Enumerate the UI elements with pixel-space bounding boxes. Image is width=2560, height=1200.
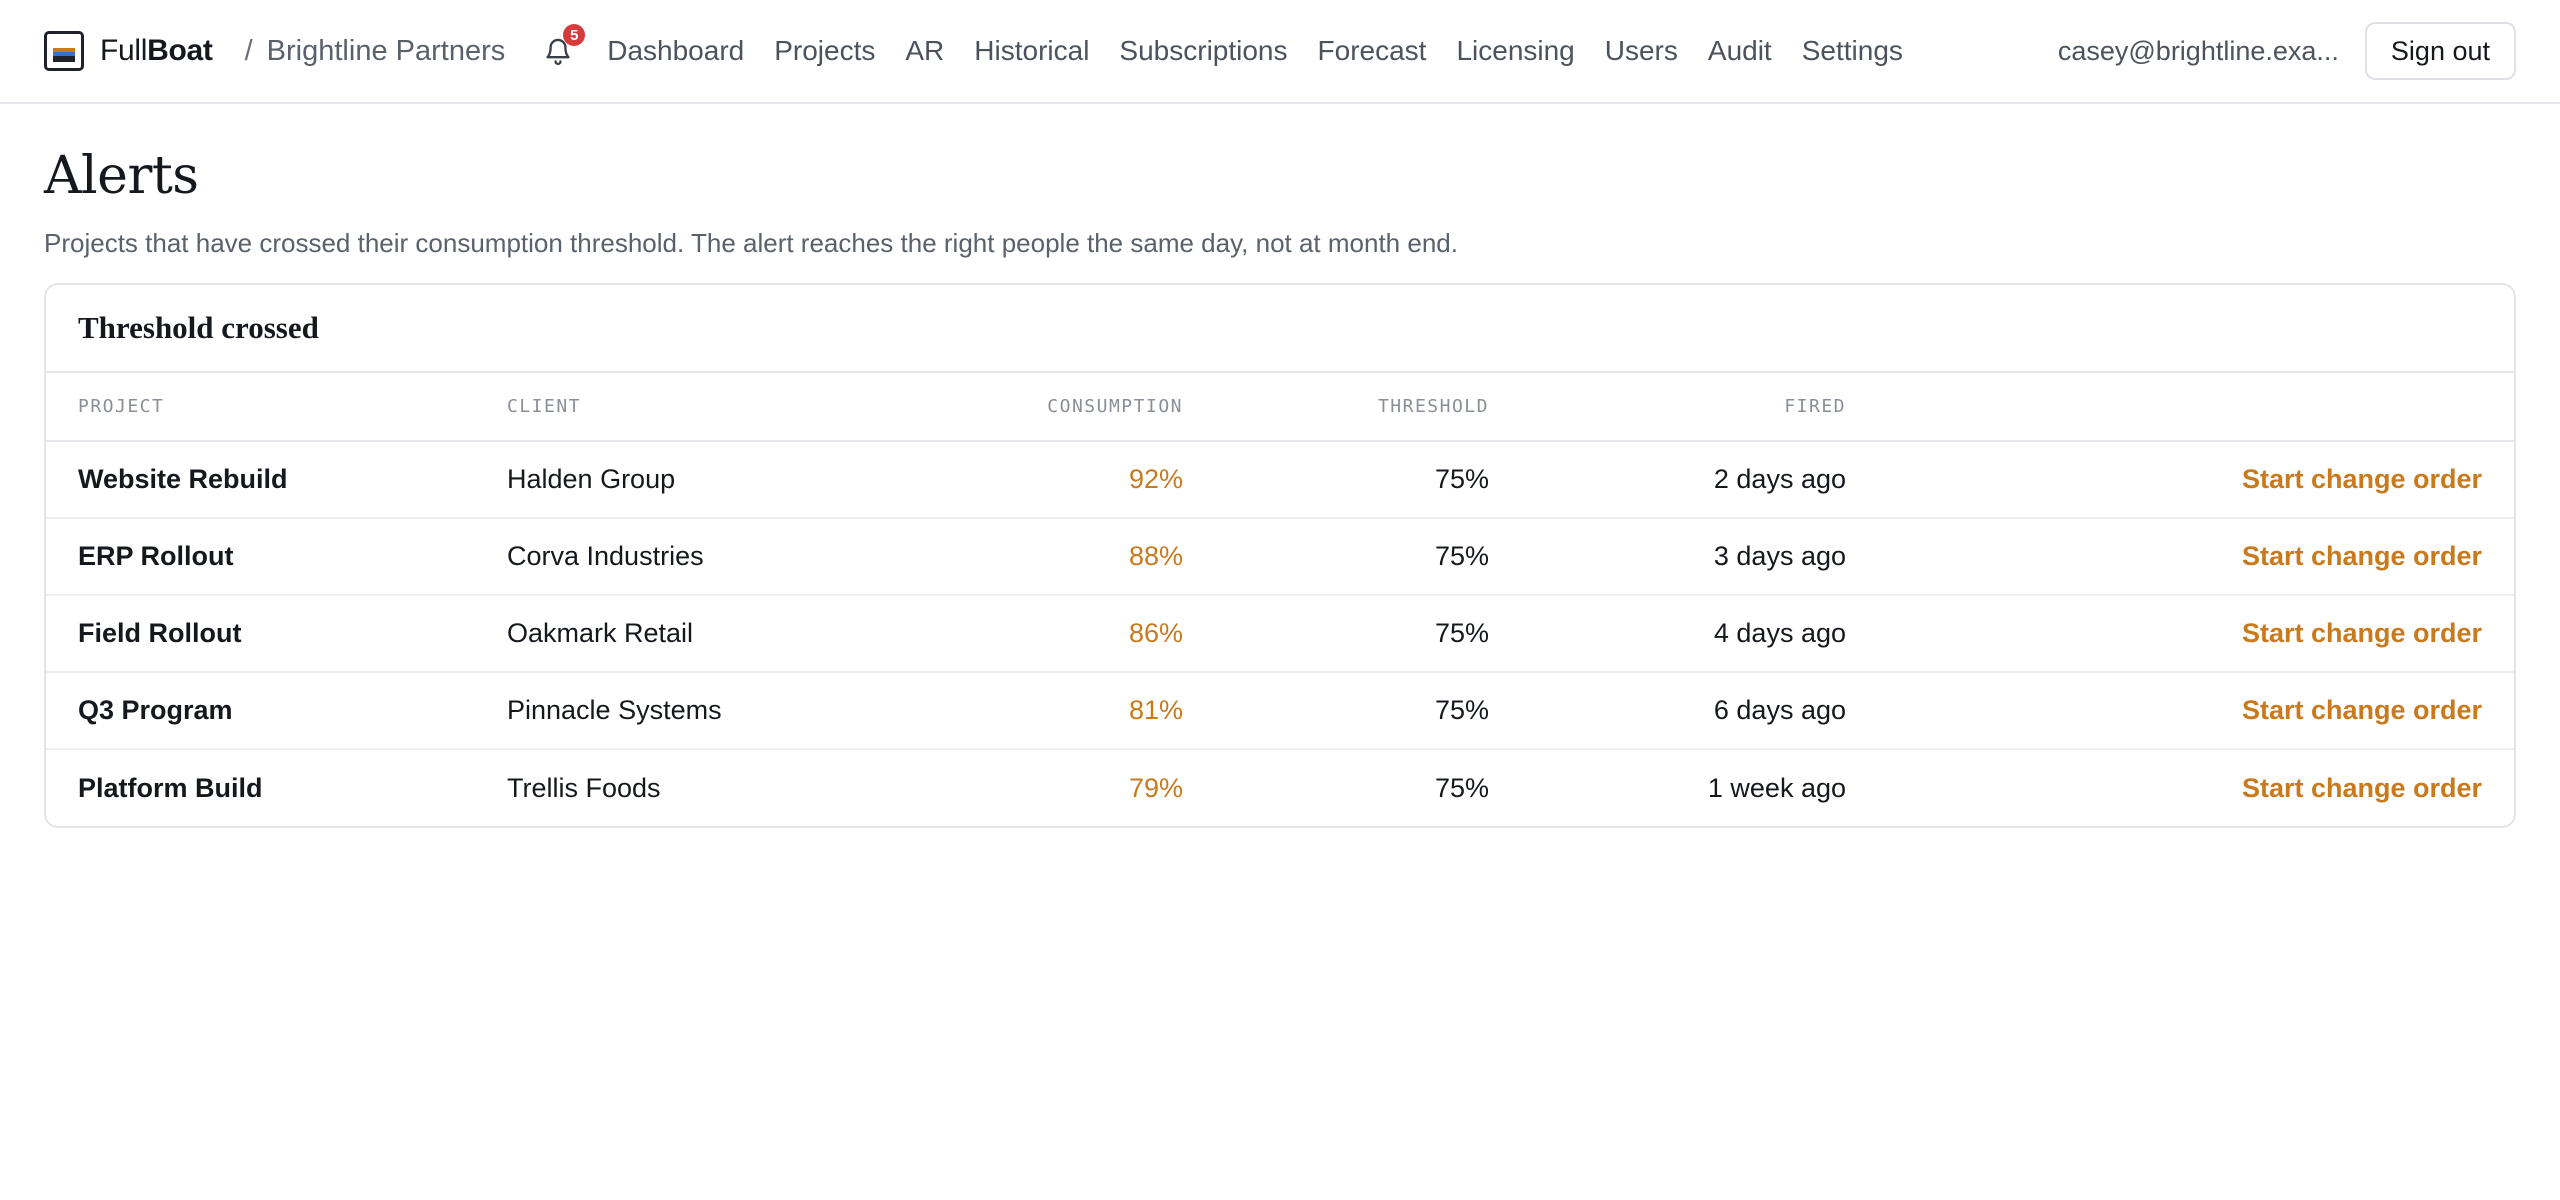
column-header-action xyxy=(1846,373,2514,442)
table-header-row: PROJECT CLIENT CONSUMPTION THRESHOLD FIR… xyxy=(46,373,2514,442)
client-name: Corva Industries xyxy=(507,518,937,596)
start-change-order-link[interactable]: Start change order xyxy=(2242,464,2482,494)
start-change-order-link[interactable]: Start change order xyxy=(2242,618,2482,648)
project-name[interactable]: Website Rebuild xyxy=(46,441,507,519)
brand-name: FullBoat xyxy=(100,34,213,68)
nav-licensing[interactable]: Licensing xyxy=(1456,35,1574,67)
page-title: Alerts xyxy=(44,146,199,206)
brand[interactable]: FullBoat xyxy=(44,31,213,71)
threshold-value: 75% xyxy=(1183,595,1489,673)
nav-audit[interactable]: Audit xyxy=(1708,35,1772,67)
alerts-page: Alerts Projects that have crossed their … xyxy=(0,146,2560,828)
action-cell: Start change order xyxy=(1846,441,2514,519)
nav-settings[interactable]: Settings xyxy=(1802,35,1903,67)
nav-ar[interactable]: AR xyxy=(905,35,944,67)
table-row: Website Rebuild Halden Group 92% 75% 2 d… xyxy=(46,441,2514,519)
consumption-value: 81% xyxy=(937,672,1183,750)
action-cell: Start change order xyxy=(1846,595,2514,673)
fired-time: 6 days ago xyxy=(1489,672,1846,750)
table-row: Platform Build Trellis Foods 79% 75% 1 w… xyxy=(46,749,2514,826)
start-change-order-link[interactable]: Start change order xyxy=(2242,695,2482,725)
action-cell: Start change order xyxy=(1846,749,2514,826)
consumption-value: 88% xyxy=(937,518,1183,596)
start-change-order-link[interactable]: Start change order xyxy=(2242,541,2482,571)
action-cell: Start change order xyxy=(1846,518,2514,596)
client-name: Oakmark Retail xyxy=(507,595,937,673)
panel-header: Threshold crossed xyxy=(46,285,2514,373)
column-header-fired: FIRED xyxy=(1489,373,1846,442)
project-name[interactable]: Field Rollout xyxy=(46,595,507,673)
column-header-client: CLIENT xyxy=(507,373,937,442)
column-header-project: PROJECT xyxy=(46,373,507,442)
action-cell: Start change order xyxy=(1846,672,2514,750)
nav-projects[interactable]: Projects xyxy=(774,35,875,67)
consumption-value: 79% xyxy=(1128,772,1183,803)
threshold-value: 75% xyxy=(1183,672,1489,750)
client-name: Trellis Foods xyxy=(507,772,661,803)
fired-time: 4 days ago xyxy=(1489,595,1846,673)
organization-name[interactable]: Brightline Partners xyxy=(267,35,506,68)
fired-time: 1 week ago xyxy=(1707,772,1846,803)
project-name[interactable]: Platform Build xyxy=(46,749,507,826)
fired-time: 3 days ago xyxy=(1489,518,1846,596)
table-row: Q3 Program Pinnacle Systems 81% 75% 6 da… xyxy=(46,672,2514,750)
brand-name-light: Full xyxy=(100,34,148,67)
nav-subscriptions[interactable]: Subscriptions xyxy=(1119,35,1287,67)
project-name[interactable]: Q3 Program xyxy=(46,672,507,750)
threshold-value: 75% xyxy=(1434,772,1489,803)
sign-out-button[interactable]: Sign out xyxy=(2364,22,2516,80)
client-name: Pinnacle Systems xyxy=(507,672,937,750)
nav-forecast[interactable]: Forecast xyxy=(1318,35,1427,67)
nav-historical[interactable]: Historical xyxy=(974,35,1089,67)
table-row: Field Rollout Oakmark Retail 86% 75% 4 d… xyxy=(46,595,2514,673)
alerts-table: PROJECT CLIENT CONSUMPTION THRESHOLD FIR… xyxy=(46,373,2514,826)
client-name: Halden Group xyxy=(507,441,937,519)
column-header-consumption: CONSUMPTION xyxy=(937,373,1183,442)
consumption-value: 92% xyxy=(937,441,1183,519)
fired-time: 2 days ago xyxy=(1489,441,1846,519)
threshold-value: 75% xyxy=(1183,518,1489,596)
table-row: ERP Rollout Corva Industries 88% 75% 3 d… xyxy=(46,518,2514,596)
nav-users[interactable]: Users xyxy=(1605,35,1678,67)
fullboat-logo-icon xyxy=(44,31,84,71)
panel-title: Threshold crossed xyxy=(78,310,319,345)
user-area: casey@brightline.exa... Sign out xyxy=(2058,22,2516,80)
start-change-order-link[interactable]: Start change order xyxy=(2242,773,2482,803)
threshold-crossed-panel: Threshold crossed PROJECT CLIENT CONSUMP… xyxy=(44,283,2516,828)
breadcrumb-separator: / xyxy=(244,34,253,67)
top-navigation-bar: FullBoat / Brightline Partners 5 Dashboa… xyxy=(0,0,2560,104)
page-subtitle: Projects that have crossed their consump… xyxy=(44,228,1458,258)
project-name[interactable]: ERP Rollout xyxy=(46,518,507,596)
notifications-button[interactable]: 5 xyxy=(541,24,586,70)
notification-count-badge: 5 xyxy=(563,24,586,46)
nav-dashboard[interactable]: Dashboard xyxy=(607,35,744,67)
user-email: casey@brightline.exa... xyxy=(2057,35,2339,66)
brand-name-bold: Boat xyxy=(147,34,213,67)
threshold-value: 75% xyxy=(1183,441,1489,519)
main-nav: Dashboard Projects AR Historical Subscri… xyxy=(607,35,1933,67)
column-header-threshold: THRESHOLD xyxy=(1183,373,1489,442)
consumption-value: 86% xyxy=(937,595,1183,673)
